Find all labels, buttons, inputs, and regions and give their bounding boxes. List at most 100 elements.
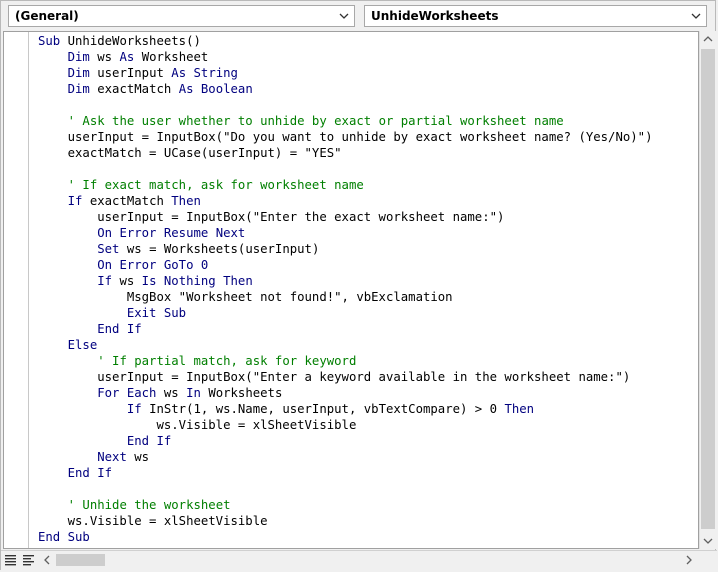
keyword-token: End Sub [38,530,90,544]
keyword-token: Dim [67,50,98,64]
code-line[interactable]: Else [38,337,698,353]
code-line[interactable]: Dim ws As Worksheet [38,49,698,65]
keyword-token: In [186,386,209,400]
keyword-token: Next [97,450,135,464]
code-token: ws [97,50,120,64]
procedure-dropdown[interactable]: UnhideWorksheets [364,5,707,27]
vertical-scrollbar[interactable] [699,31,716,549]
code-line[interactable]: MsgBox "Worksheet not found!", vbExclama… [38,289,698,305]
code-token: Worksheets [208,386,283,400]
code-token: ws [119,274,142,288]
full-module-view-icon[interactable] [21,552,37,568]
code-line[interactable] [38,161,698,177]
code-line[interactable]: On Error GoTo 0 [38,257,698,273]
comment-token: ' Unhide the worksheet [67,498,231,512]
code-line[interactable]: ws.Visible = xlSheetVisible [38,417,698,433]
code-line[interactable]: If InStr(1, ws.Name, userInput, vbTextCo… [38,401,698,417]
code-line[interactable] [38,481,698,497]
code-line[interactable]: ' Unhide the worksheet [38,497,698,513]
code-token: MsgBox "Worksheet not found!", vbExclama… [38,290,453,304]
code-line[interactable]: ' Ask the user whether to unhide by exac… [38,113,698,129]
code-line[interactable]: ' If partial match, ask for keyword [38,353,698,369]
object-dropdown-value: (General) [15,9,79,23]
code-line[interactable]: ' If exact match, ask for worksheet name [38,177,698,193]
code-line[interactable]: End Sub [38,529,698,545]
code-line[interactable]: End If [38,321,698,337]
code-token: exactMatch [89,194,172,208]
code-line[interactable]: userInput = InputBox("Do you want to unh… [38,129,698,145]
chevron-up-icon[interactable] [700,31,716,48]
code-line[interactable]: Next ws [38,449,698,465]
code-line[interactable]: userInput = InputBox("Enter a keyword av… [38,369,698,385]
procedure-dropdown-value: UnhideWorksheets [371,9,499,23]
code-token: userInput = InputBox("Enter the exact wo… [38,210,505,224]
keyword-token: End If [126,434,172,448]
code-text[interactable]: Sub UnhideWorksheets() Dim ws As Workshe… [38,33,698,545]
chevron-down-icon[interactable] [688,8,704,24]
code-token: UnhideWorksheets() [67,34,201,48]
keyword-token: On Error Resume Next [97,226,246,240]
keyword-token: If [67,194,90,208]
comment-token: ' Ask the user whether to unhide by exac… [67,114,564,128]
code-line[interactable]: exactMatch = UCase(userInput) = "YES" [38,145,698,161]
horizontal-scroll-thumb[interactable] [56,554,105,566]
vba-code-window: (General) UnhideWorksheets Sub UnhideWor… [0,0,717,570]
keyword-token: Else [67,338,98,352]
code-line[interactable]: If exactMatch Then [38,193,698,209]
keyword-token: Is Nothing Then [141,274,253,288]
comment-token: ' If exact match, ask for worksheet name [67,178,364,192]
code-line[interactable]: If ws Is Nothing Then [38,273,698,289]
vertical-scroll-thumb[interactable] [701,49,715,529]
code-line[interactable]: End If [38,465,698,481]
code-token: userInput = InputBox("Enter a keyword av… [38,370,631,384]
keyword-token: Then [504,402,535,416]
code-line[interactable]: ws.Visible = xlSheetVisible [38,513,698,529]
keyword-token: For Each [97,386,164,400]
code-line[interactable]: Sub UnhideWorksheets() [38,33,698,49]
code-line[interactable]: Dim exactMatch As Boolean [38,81,698,97]
keyword-token: Set [97,242,127,256]
code-line[interactable]: End If [38,433,698,449]
code-token: ws [163,386,187,400]
code-line[interactable]: Exit Sub [38,305,698,321]
chevron-down-icon[interactable] [336,8,352,24]
code-token: ws.Visible = xlSheetVisible [38,418,357,432]
code-token: ws [134,450,150,464]
object-dropdown[interactable]: (General) [8,5,355,27]
chevron-left-icon[interactable] [39,552,55,568]
code-line[interactable]: Dim userInput As String [38,65,698,81]
keyword-token: If [126,402,150,416]
keyword-token: As String [171,66,238,80]
code-line[interactable] [38,97,698,113]
code-token: Worksheet [141,50,209,64]
margin-indicator-bar[interactable] [4,32,29,548]
keyword-token: On Error GoTo 0 [97,258,209,272]
keyword-token: As [119,50,142,64]
code-line[interactable]: On Error Resume Next [38,225,698,241]
code-editor[interactable]: Sub UnhideWorksheets() Dim ws As Workshe… [3,31,699,549]
procedure-view-icon[interactable] [3,552,19,568]
code-token: userInput = InputBox("Do you want to unh… [38,130,653,144]
keyword-token: If [97,274,120,288]
code-token: ws.Visible = xlSheetVisible [38,514,268,528]
chevron-right-icon[interactable] [681,552,697,568]
chevron-down-icon[interactable] [700,532,716,549]
code-line[interactable]: For Each ws In Worksheets [38,385,698,401]
code-token: ws = Worksheets(userInput) [126,242,320,256]
code-line[interactable]: userInput = InputBox("Enter the exact wo… [38,209,698,225]
code-line[interactable]: Set ws = Worksheets(userInput) [38,241,698,257]
